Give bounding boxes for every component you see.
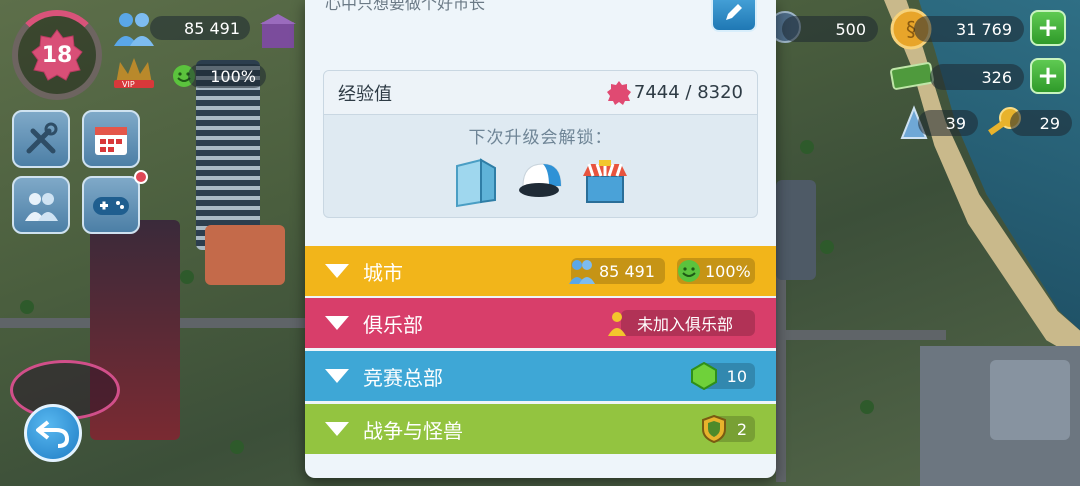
hexagon-icon: [691, 362, 717, 390]
office-building: [990, 360, 1070, 440]
experience-card: 经验值 7444 / 8320 下次升级会解锁：: [323, 70, 758, 218]
experience-value: 7444 / 8320: [606, 80, 743, 106]
house-building: [205, 225, 285, 285]
key-counter: 29: [1010, 110, 1072, 136]
simcash-counter: 326: [930, 64, 1024, 90]
warehouse-icon[interactable]: [258, 12, 298, 50]
buy-simcash-button[interactable]: +: [1030, 58, 1066, 94]
population-counter: 85 491: [150, 16, 250, 40]
war-value: 2: [736, 419, 747, 439]
club-member-icon: [608, 312, 626, 336]
city-happiness: 100%: [705, 261, 751, 281]
calendar-icon: [95, 127, 127, 155]
tree: [230, 440, 244, 454]
glass-building-icon[interactable]: [451, 156, 503, 208]
edit-button[interactable]: [711, 0, 757, 32]
player-level: 18: [41, 42, 73, 68]
city-population: 85 491: [599, 261, 655, 281]
expand-arrow-icon: [325, 369, 349, 383]
tree: [800, 140, 814, 154]
simcash-icon: [890, 62, 934, 90]
notification-dot: [134, 170, 148, 184]
gamepad-icon: [93, 197, 129, 215]
section-war-label: 战争与怪兽: [363, 418, 463, 443]
happiness-icon: [678, 260, 700, 282]
population-icon: [569, 260, 595, 284]
tree: [20, 300, 34, 314]
back-button[interactable]: [24, 404, 82, 462]
player-profile-panel: 心中只想要做个好市长 经验值 7444 / 8320 下次升级会解锁： 城市 8…: [305, 0, 776, 478]
section-contest-of-mayors[interactable]: 竞赛总部 10: [305, 351, 776, 401]
cap-icon[interactable]: [515, 156, 567, 208]
section-club[interactable]: 俱乐部 未加入俱乐部: [305, 298, 776, 348]
shield-icon: [702, 415, 726, 443]
games-button[interactable]: [82, 176, 140, 234]
section-city[interactable]: 城市 85 491 100%: [305, 246, 776, 296]
section-city-label: 城市: [363, 260, 403, 285]
club-status-pill: 未加入俱乐部: [621, 310, 755, 336]
tree: [820, 240, 834, 254]
next-level-unlock-label: 下次升级会解锁：: [468, 128, 613, 148]
glass-building: [776, 180, 816, 280]
city-motto: 心中只想要做个好市长: [325, 0, 486, 13]
expand-arrow-icon: [325, 316, 349, 330]
happiness-counter: 100%: [188, 64, 266, 88]
section-war-and-monsters[interactable]: 战争与怪兽 2: [305, 404, 776, 454]
experience-points: 7444 / 8320: [633, 82, 743, 103]
pencil-icon: [726, 4, 742, 20]
club-status: 未加入俱乐部: [637, 315, 734, 334]
back-arrow-icon: [36, 420, 70, 448]
section-club-label: 俱乐部: [363, 312, 423, 337]
expand-arrow-icon: [325, 422, 349, 436]
xp-star-icon: [606, 80, 631, 105]
tree: [180, 270, 194, 284]
tree: [860, 400, 874, 414]
road: [776, 330, 946, 340]
vip-label: VIP: [122, 80, 135, 89]
golden-keys-left: 500: [782, 16, 878, 42]
shop-icon[interactable]: [579, 156, 631, 208]
experience-header: 经验值 7444 / 8320: [324, 71, 757, 115]
simoleon-counter: 31 769: [914, 16, 1024, 42]
unlock-items: [324, 156, 757, 208]
contest-value: 10: [726, 366, 747, 386]
friends-icon: [25, 193, 58, 221]
tools-icon: [26, 122, 58, 154]
tower-building: [196, 60, 260, 250]
expand-arrow-icon: [325, 264, 349, 278]
war-item-counter: 39: [918, 110, 978, 136]
settings-button[interactable]: [12, 110, 70, 168]
section-contest-label: 竞赛总部: [363, 365, 443, 390]
experience-title: 经验值: [338, 83, 392, 105]
calendar-button[interactable]: [82, 110, 140, 168]
buy-simoleons-button[interactable]: +: [1030, 10, 1066, 46]
friends-button[interactable]: [12, 176, 70, 234]
